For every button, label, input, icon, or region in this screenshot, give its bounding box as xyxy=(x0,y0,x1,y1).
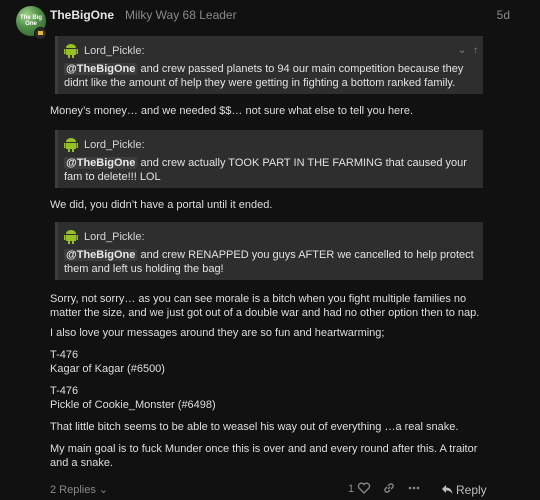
quote-block: Lord_Pickle: @TheBigOne and crew RENAPPE… xyxy=(55,222,483,280)
quote-author[interactable]: Lord_Pickle: xyxy=(84,231,145,243)
reply-paragraph: That little bitch seems to be able to we… xyxy=(50,421,459,433)
reply-paragraph: T-476 Kagar of Kagar (#6500) xyxy=(50,348,490,376)
reply-paragraph: We did, you didn’t have a portal until i… xyxy=(50,199,273,211)
quote-text: @TheBigOne and crew RENAPPED you guys AF… xyxy=(64,248,476,276)
android-icon xyxy=(64,230,78,244)
quote-header: Lord_Pickle: xyxy=(64,229,480,247)
quote-block: Lord_Pickle: ⌄ ↑ @TheBigOne and crew pas… xyxy=(55,36,483,94)
user-title: Milky Way 68 Leader xyxy=(125,8,237,22)
user-mention[interactable]: @TheBigOne xyxy=(64,249,138,261)
post-username[interactable]: TheBigOne xyxy=(50,8,114,22)
text-line: T-476 xyxy=(50,385,79,397)
quote-text: @TheBigOne and crew passed planets to 94… xyxy=(64,62,476,90)
reply-paragraph: Money’s money… and we needed $$… not sur… xyxy=(50,105,414,117)
quote-toggle-controls[interactable]: ⌄ ↑ xyxy=(458,45,480,56)
reply-button[interactable]: Reply xyxy=(440,481,490,497)
flair-badge-icon xyxy=(34,27,47,40)
heart-icon[interactable] xyxy=(357,481,371,495)
user-mention[interactable]: @TheBigOne xyxy=(64,157,138,169)
quote-text: @TheBigOne and crew actually TOOK PART I… xyxy=(64,156,476,184)
post-date[interactable]: 5d xyxy=(497,8,510,22)
reply-paragraph: My main goal is to fuck Munder once this… xyxy=(50,443,478,469)
reply-paragraph: Sorry, not sorry… as you can see morale … xyxy=(50,293,480,319)
quote-author[interactable]: Lord_Pickle: xyxy=(84,45,145,57)
quote-header: Lord_Pickle: xyxy=(64,137,480,155)
reply-paragraph: I also love your messages around they ar… xyxy=(50,327,385,339)
user-mention[interactable]: @TheBigOne xyxy=(64,63,138,75)
forum-post: The Big One TheBigOne Milky Way 68 Leade… xyxy=(0,0,540,500)
text-line: Pickle of Cookie_Monster (#6498) xyxy=(50,399,216,411)
avatar-text: The Big One xyxy=(20,15,42,27)
replies-toggle[interactable]: 2 Replies ⌄ xyxy=(50,483,108,496)
quote-author[interactable]: Lord_Pickle: xyxy=(84,139,145,151)
android-icon xyxy=(64,44,78,58)
like-count[interactable]: 1 xyxy=(348,483,354,495)
text-line: Kagar of Kagar (#6500) xyxy=(50,363,165,375)
post-footer: 2 Replies ⌄ 1 Reply xyxy=(50,480,490,498)
text-line: T-476 xyxy=(50,349,79,361)
reply-label: Reply xyxy=(456,483,487,497)
more-icon[interactable] xyxy=(407,481,421,495)
quote-header: Lord_Pickle: ⌄ ↑ xyxy=(64,43,480,61)
reply-paragraph: T-476 Pickle of Cookie_Monster (#6498) xyxy=(50,384,490,412)
reply-arrow-icon xyxy=(442,485,453,494)
android-icon xyxy=(64,138,78,152)
link-icon[interactable] xyxy=(382,481,396,495)
quote-block: Lord_Pickle: @TheBigOne and crew actuall… xyxy=(55,130,483,188)
